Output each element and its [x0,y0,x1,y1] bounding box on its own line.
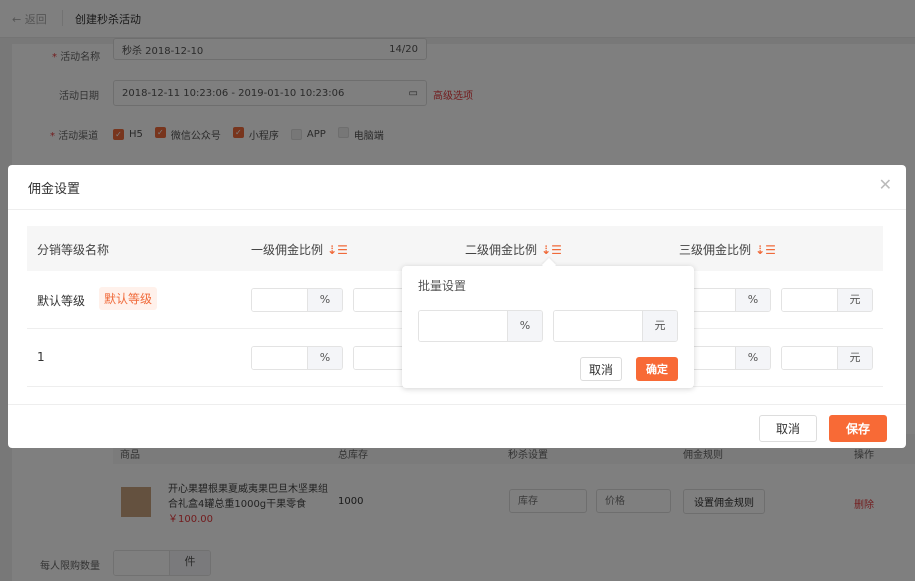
header-label: 分销等级名称 [37,243,110,257]
level3-yuan-input[interactable]: 元 [781,346,873,370]
level-name: 1 [37,350,45,364]
header-label: 二级佣金比例 [465,243,538,257]
unit-label: % [307,289,342,311]
close-icon[interactable]: ✕ [879,175,892,194]
yuan-field[interactable] [554,311,642,341]
batch-set-popover: 批量设置 % 元 取消 确定 [402,266,694,388]
save-button[interactable]: 保存 [829,415,887,442]
header-label: 一级佣金比例 [251,243,324,257]
col-level1: 一级佣金比例 ⇣☰ [251,241,348,258]
level1-percent-input[interactable]: % [251,288,343,312]
yuan-field[interactable] [354,289,409,311]
divider [8,209,906,210]
batch-set-icon[interactable]: ⇣☰ [755,243,776,257]
unit-label: % [735,347,770,369]
yuan-field[interactable] [782,347,837,369]
batch-set-icon[interactable]: ⇣☰ [327,243,348,257]
batch-set-icon[interactable]: ⇣☰ [541,243,562,257]
col-level3: 三级佣金比例 ⇣☰ [679,241,776,258]
unit-label: 元 [837,347,872,369]
col-level-name: 分销等级名称 [37,241,109,258]
cancel-button[interactable]: 取消 [759,415,817,442]
divider [8,404,906,405]
unit-label: % [507,311,542,341]
percent-field[interactable] [252,347,307,369]
header-label: 三级佣金比例 [679,243,752,257]
batch-percent-input[interactable]: % [418,310,543,342]
default-tag: 默认等级 [99,287,158,310]
batch-yuan-input[interactable]: 元 [553,310,678,342]
unit-label: 元 [837,289,872,311]
popover-cancel-button[interactable]: 取消 [580,357,622,381]
modal-title: 佣金设置 [28,182,81,197]
unit-label: % [735,289,770,311]
yuan-field[interactable] [782,289,837,311]
unit-label: % [307,347,342,369]
commission-table-header: 分销等级名称 一级佣金比例 ⇣☰ 二级佣金比例 ⇣☰ 三级佣金比例 ⇣☰ [27,226,883,271]
popover-title: 批量设置 [418,279,467,293]
percent-field[interactable] [419,311,507,341]
percent-field[interactable] [252,289,307,311]
level1-percent-input[interactable]: % [251,346,343,370]
unit-label: 元 [642,311,677,341]
level-name: 默认等级 [37,294,86,308]
col-level2: 二级佣金比例 ⇣☰ [465,241,562,258]
popover-confirm-button[interactable]: 确定 [636,357,678,381]
yuan-field[interactable] [354,347,409,369]
level3-yuan-input[interactable]: 元 [781,288,873,312]
